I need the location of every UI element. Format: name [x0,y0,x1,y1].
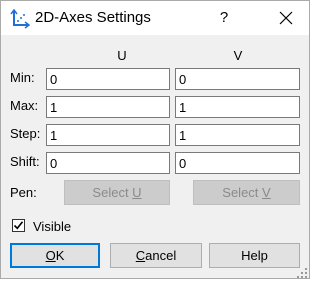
close-button[interactable] [263,1,309,35]
axes-icon [10,8,31,29]
shift-u-input[interactable] [46,152,170,174]
step-v-input[interactable] [175,124,300,146]
resize-grip-icon[interactable] [297,266,307,278]
max-u-input[interactable] [46,96,170,118]
select-u-button[interactable]: Select U [64,180,170,205]
visible-label[interactable]: Visible [33,219,71,234]
context-help-button[interactable]: ? [201,1,247,35]
min-label: Min: [10,70,35,85]
dialog-window: 2D-Axes Settings ? U V Min: Max: Step: S… [0,0,310,279]
step-u-input[interactable] [46,124,170,146]
max-v-input[interactable] [175,96,300,118]
title-bar: 2D-Axes Settings ? [1,1,309,35]
help-button[interactable]: Help [209,243,300,268]
shift-label: Shift: [10,154,40,169]
cancel-button[interactable]: Cancel [110,243,202,268]
step-label: Step: [10,126,41,141]
column-header-v: V [233,48,243,63]
select-v-button[interactable]: Select V [193,180,300,205]
ok-button[interactable]: OK [10,243,100,268]
min-v-input[interactable] [175,68,300,90]
max-label: Max: [10,98,39,113]
visible-checkbox[interactable] [12,219,25,232]
window-title: 2D-Axes Settings [35,9,151,26]
pen-label: Pen: [10,185,37,200]
checkmark-icon [13,221,24,230]
column-header-u: U [117,48,127,63]
shift-v-input[interactable] [175,152,300,174]
min-u-input[interactable] [46,68,170,90]
close-icon [279,11,293,25]
